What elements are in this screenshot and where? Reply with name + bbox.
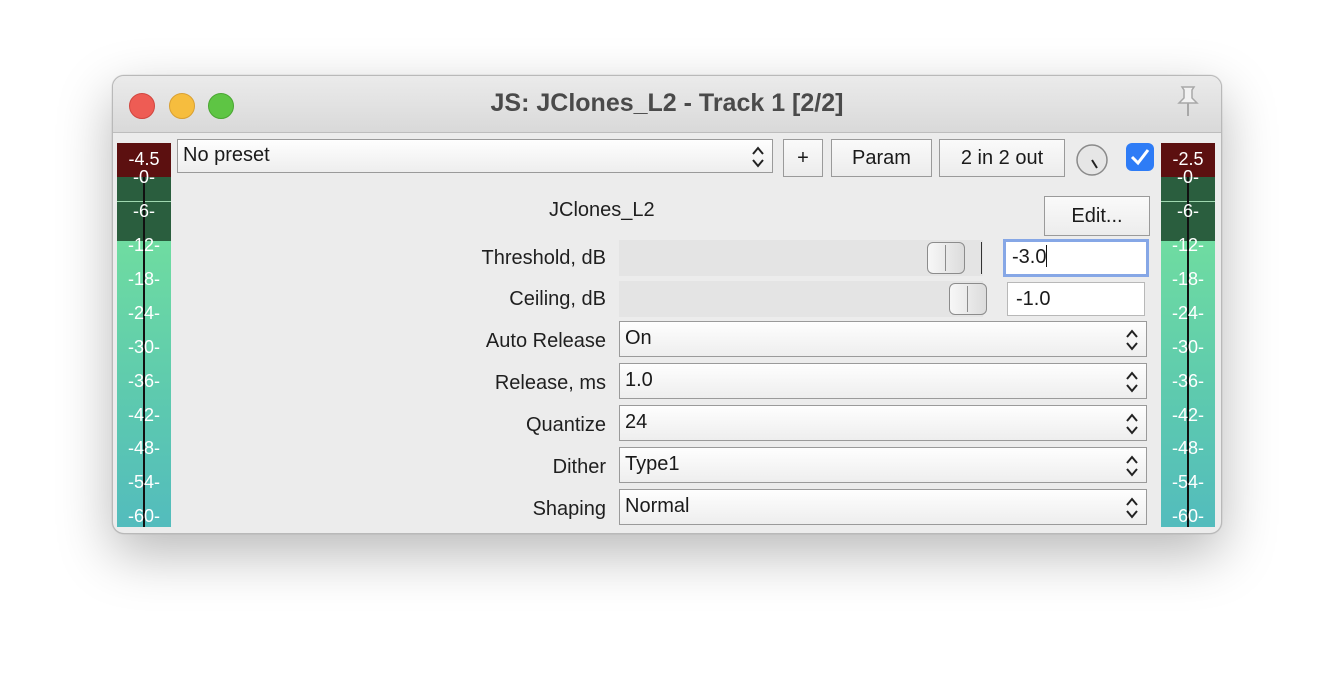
threshold-slider-marker xyxy=(981,242,982,274)
meter-tick: -6- xyxy=(1177,201,1199,221)
io-routing-button[interactable]: 2 in 2 out xyxy=(939,139,1065,177)
release-value: 1.0 xyxy=(625,369,653,391)
release-select[interactable]: 1.0 xyxy=(619,363,1147,399)
window-title: JS: JClones_L2 - Track 1 [2/2] xyxy=(490,89,844,117)
meter-tick: -24- xyxy=(127,303,160,323)
shaping-select[interactable]: Normal xyxy=(619,489,1147,525)
shaping-value: Normal xyxy=(625,495,690,517)
meter-tick: -18- xyxy=(127,269,160,289)
ceiling-slider-handle[interactable] xyxy=(949,283,987,315)
meter-tick: -30- xyxy=(1171,337,1204,357)
ceiling-input[interactable]: -1.0 xyxy=(1007,282,1145,316)
meter-tick: -36- xyxy=(127,371,160,391)
updown-arrows-icon xyxy=(1126,413,1138,435)
meter-tick: -48- xyxy=(1171,438,1204,458)
title-bar[interactable]: JS: JClones_L2 - Track 1 [2/2] xyxy=(113,76,1221,133)
plugin-name: JClones_L2 xyxy=(549,199,655,221)
meter-tick: -48- xyxy=(127,438,160,458)
preset-value: No preset xyxy=(183,144,270,166)
quantize-value: 24 xyxy=(625,411,648,433)
preset-select[interactable]: No preset xyxy=(177,139,773,173)
quantize-select[interactable]: 24 xyxy=(619,405,1147,441)
dither-value: Type1 xyxy=(625,453,680,475)
meter-tick: -42- xyxy=(1171,405,1204,425)
meter-tick: -6- xyxy=(133,201,155,221)
meter-tick: -0- xyxy=(133,167,155,187)
input-level-meter: -4.5 -0- -6- -12- -18- -24- -30- -36- -4… xyxy=(117,143,171,527)
auto-release-value: On xyxy=(625,327,652,349)
updown-arrows-icon xyxy=(1126,329,1138,351)
dither-select[interactable]: Type1 xyxy=(619,447,1147,483)
updown-arrows-icon xyxy=(1126,371,1138,393)
threshold-label: Threshold, dB xyxy=(481,247,606,269)
bypass-checkbox[interactable] xyxy=(1126,143,1154,171)
plugin-content: -4.5 -0- -6- -12- -18- -24- -30- -36- -4… xyxy=(113,133,1221,533)
meter-tick: -54- xyxy=(1171,472,1204,492)
quantize-label: Quantize xyxy=(525,414,606,436)
threshold-input[interactable]: -3.0 xyxy=(1003,239,1149,277)
param-button[interactable]: Param xyxy=(831,139,932,177)
updown-arrows-icon xyxy=(752,146,764,168)
ceiling-slider[interactable] xyxy=(619,281,987,317)
meter-tick: -24- xyxy=(1171,303,1204,323)
wet-dry-knob-icon[interactable] xyxy=(1075,143,1109,177)
meter-tick: -18- xyxy=(1171,269,1204,289)
dither-label: Dither xyxy=(552,456,606,478)
output-level-meter: -2.5 -0- -6- -12- -18- -24- -30- -36- -4… xyxy=(1161,143,1215,527)
meter-tick: -12- xyxy=(1171,235,1204,255)
shaping-label: Shaping xyxy=(532,498,606,520)
checkmark-icon xyxy=(1130,149,1150,166)
meter-tick: -12- xyxy=(127,235,160,255)
meter-tick: -60- xyxy=(127,506,160,526)
pin-icon[interactable] xyxy=(1173,84,1203,118)
ceiling-label: Ceiling, dB xyxy=(509,288,606,310)
auto-release-label: Auto Release xyxy=(485,330,606,352)
meter-tick: -60- xyxy=(1171,506,1204,526)
meter-tick: -54- xyxy=(127,472,160,492)
plugin-window: JS: JClones_L2 - Track 1 [2/2] -4.5 -0- … xyxy=(112,75,1222,534)
threshold-slider[interactable] xyxy=(619,240,983,276)
edit-button[interactable]: Edit... xyxy=(1044,196,1150,236)
auto-release-select[interactable]: On xyxy=(619,321,1147,357)
threshold-slider-handle[interactable] xyxy=(927,242,965,274)
meter-tick: -30- xyxy=(127,337,160,357)
add-preset-button[interactable]: + xyxy=(783,139,823,177)
updown-arrows-icon xyxy=(1126,497,1138,519)
meter-tick: -42- xyxy=(127,405,160,425)
meter-tick: -0- xyxy=(1177,167,1199,187)
updown-arrows-icon xyxy=(1126,455,1138,477)
meter-tick: -36- xyxy=(1171,371,1204,391)
release-label: Release, ms xyxy=(494,372,606,394)
